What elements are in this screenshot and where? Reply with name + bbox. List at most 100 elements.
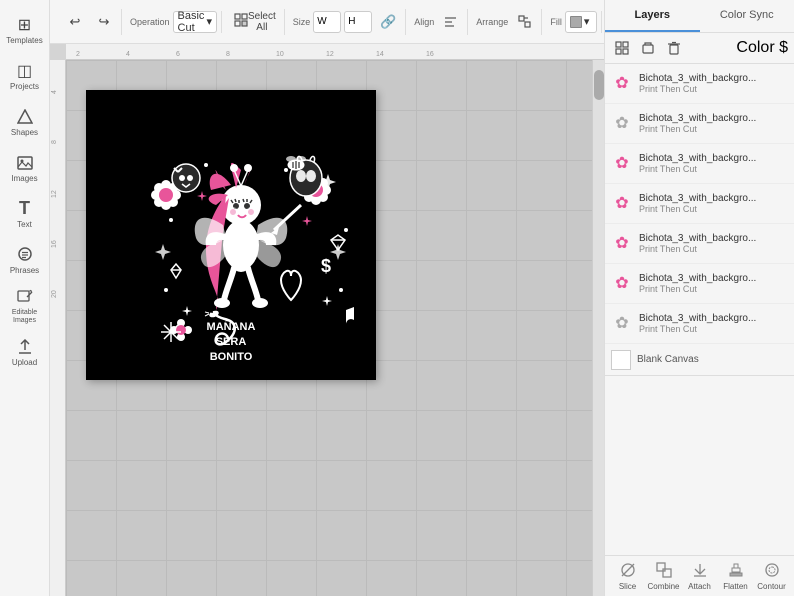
- fill-chevron: ▾: [584, 15, 590, 28]
- snowflake-icon: ✿: [615, 116, 628, 132]
- artboard[interactable]: $ MAÑANA SERA BO: [86, 90, 376, 380]
- contour-label: Contour: [757, 582, 785, 591]
- shapes-label: Shapes: [11, 129, 38, 138]
- layers-delete-button[interactable]: [663, 37, 685, 59]
- fill-dropdown[interactable]: ▾: [565, 11, 597, 33]
- align-group: Align: [410, 9, 468, 35]
- list-item[interactable]: ✿ Bichota_3_with_backgro... Print Then C…: [605, 144, 794, 184]
- layer-name: Bichota_3_with_backgro...: [639, 233, 788, 244]
- select-all-group: Select All: [226, 9, 285, 35]
- ruler-mark: 8: [226, 51, 230, 59]
- tab-color-sync[interactable]: Color Sync: [700, 0, 794, 32]
- blank-canvas-item[interactable]: Blank Canvas: [605, 344, 794, 376]
- editable-images-icon: [15, 287, 35, 307]
- text-icon: T: [15, 199, 35, 219]
- layer-type: Print Then Cut: [639, 164, 788, 174]
- blank-canvas-label: Blank Canvas: [637, 354, 699, 365]
- lock-ratio-button[interactable]: 🔗: [375, 9, 401, 35]
- left-sidebar: ⊞ Templates ◫ Projects Shapes Images T T…: [0, 0, 50, 596]
- upload-label: Upload: [12, 359, 37, 368]
- list-item[interactable]: ✿ Bichota_3_with_backgro... Print Then C…: [605, 64, 794, 104]
- snowflake-icon: ✿: [615, 156, 628, 172]
- sidebar-item-projects[interactable]: ◫ Projects: [3, 54, 47, 98]
- slice-icon: [620, 562, 636, 581]
- ruler-mark: 10: [276, 51, 284, 59]
- attach-button[interactable]: Attach: [683, 562, 716, 590]
- images-label: Images: [11, 175, 37, 184]
- svg-text:MAÑANA: MAÑANA: [207, 320, 256, 333]
- projects-label: Projects: [10, 83, 39, 92]
- sidebar-item-shapes[interactable]: Shapes: [3, 100, 47, 144]
- ruler-mark: 14: [376, 51, 384, 59]
- combine-label: Combine: [647, 582, 679, 591]
- list-item[interactable]: ✿ Bichota_3_with_backgro... Print Then C…: [605, 304, 794, 344]
- snowflake-icon: ✿: [615, 196, 628, 212]
- arrange-button[interactable]: [511, 9, 537, 35]
- fill-group: Fill ▾: [546, 11, 602, 33]
- images-icon: [15, 153, 35, 173]
- tab-layers[interactable]: Layers: [605, 0, 700, 32]
- layer-info: Bichota_3_with_backgro... Print Then Cut: [639, 313, 788, 334]
- layer-info: Bichota_3_with_backgro... Print Then Cut: [639, 193, 788, 214]
- size-section-label: Size: [293, 17, 311, 27]
- attach-icon: [692, 562, 708, 581]
- fill-color-swatch: [570, 16, 582, 28]
- layers-toolbar: Color $: [605, 33, 794, 64]
- list-item[interactable]: ✿ Bichota_3_with_backgro... Print Then C…: [605, 104, 794, 144]
- panel-tabs: Layers Color Sync: [605, 0, 794, 33]
- list-item[interactable]: ✿ Bichota_3_with_backgro... Print Then C…: [605, 224, 794, 264]
- sidebar-item-editable-images[interactable]: EditableImages: [3, 284, 47, 328]
- layer-icon: ✿: [611, 273, 633, 295]
- ruler-top: 2 4 6 8 10 12 14 16: [66, 44, 604, 60]
- operation-group: Operation Basic Cut ▾: [126, 11, 222, 33]
- upload-icon: [15, 337, 35, 357]
- canvas-area[interactable]: 2 4 6 8 10 12 14 16 4 8 12 16 20: [50, 44, 604, 596]
- redo-button[interactable]: ↪: [91, 9, 117, 35]
- list-item[interactable]: ✿ Bichota_3_with_backgro... Print Then C…: [605, 264, 794, 304]
- combine-icon: [656, 562, 672, 581]
- sidebar-item-templates[interactable]: ⊞ Templates: [3, 8, 47, 52]
- svg-text:SERA: SERA: [216, 336, 247, 348]
- layer-icon: ✿: [611, 233, 633, 255]
- sidebar-item-upload[interactable]: Upload: [3, 330, 47, 374]
- text-label: Text: [17, 221, 32, 230]
- blank-canvas-swatch: [611, 350, 631, 370]
- layer-type: Print Then Cut: [639, 124, 788, 134]
- editable-images-label: EditableImages: [12, 309, 37, 324]
- snowflake-icon: ✿: [615, 276, 628, 292]
- svg-text:BONITO: BONITO: [210, 351, 253, 363]
- list-item[interactable]: ✿ Bichota_3_with_backgro... Print Then C…: [605, 184, 794, 224]
- size-input[interactable]: [313, 11, 341, 33]
- layer-icon: ✿: [611, 73, 633, 95]
- combine-button[interactable]: Combine: [647, 562, 680, 590]
- toolbar: ↩ ↪ Operation Basic Cut ▾ Select All Siz…: [50, 0, 604, 44]
- phrases-icon: [15, 245, 35, 265]
- select-all-label: Select All: [248, 11, 276, 33]
- sidebar-item-text[interactable]: T Text: [3, 192, 47, 236]
- align-left-button[interactable]: [437, 9, 463, 35]
- slice-button[interactable]: Slice: [611, 562, 644, 590]
- layers-group-button[interactable]: [637, 37, 659, 59]
- undo-button[interactable]: ↩: [62, 9, 88, 35]
- scrollbar-thumb[interactable]: [594, 70, 604, 100]
- design-canvas[interactable]: $ MAÑANA SERA BO: [66, 60, 604, 596]
- flatten-button[interactable]: Flatten: [719, 562, 752, 590]
- size-input-h[interactable]: [344, 11, 372, 33]
- operation-dropdown[interactable]: Basic Cut ▾: [173, 11, 217, 33]
- select-all-button[interactable]: Select All: [230, 9, 280, 35]
- shapes-icon: [15, 107, 35, 127]
- layer-icon: ✿: [611, 153, 633, 175]
- ruler-mark: 6: [176, 51, 180, 59]
- ruler-left: 4 8 12 16 20: [50, 60, 66, 596]
- sidebar-item-images[interactable]: Images: [3, 146, 47, 190]
- operation-value: Basic Cut: [178, 10, 205, 34]
- sidebar-item-phrases[interactable]: Phrases: [3, 238, 47, 282]
- contour-button[interactable]: Contour: [755, 562, 788, 590]
- operation-chevron: ▾: [206, 15, 212, 28]
- layers-add-button[interactable]: [611, 37, 633, 59]
- fill-label: Fill: [550, 17, 562, 27]
- layer-type: Print Then Cut: [639, 84, 788, 94]
- vertical-scrollbar[interactable]: [592, 60, 604, 596]
- select-all-icon: [234, 13, 248, 30]
- flatten-label: Flatten: [723, 582, 747, 591]
